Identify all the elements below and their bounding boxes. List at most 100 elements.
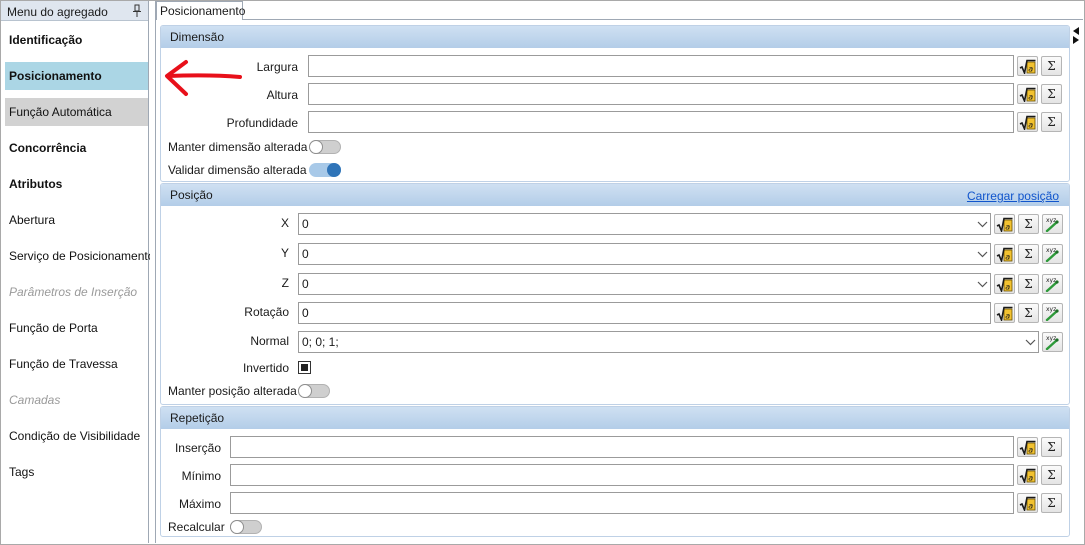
square-root-icon: a [996, 247, 1013, 262]
x-label: X [280, 216, 289, 230]
inverted-label: Invertido [242, 361, 289, 375]
panel-splitter[interactable] [150, 1, 156, 543]
keep-position-toggle[interactable] [298, 384, 330, 398]
width-sum-button[interactable]: Σ [1041, 56, 1062, 76]
dimension-group-title: Dimensão [170, 30, 225, 44]
z-formula-button[interactable]: a [994, 274, 1015, 294]
sidebar-item-camadas: Camadas [9, 393, 61, 407]
depth-sum-button[interactable]: Σ [1041, 112, 1062, 132]
sigma-icon: Σ [1024, 277, 1033, 291]
validate-dimension-toggle[interactable] [309, 163, 341, 177]
width-label: Largura [256, 60, 298, 74]
xyz-pick-icon: xyz [1045, 247, 1059, 262]
x-sum-button[interactable]: Σ [1018, 214, 1039, 234]
normal-value: 0; 0; 1; [302, 335, 339, 349]
keep-position-label: Manter posição alterada [168, 384, 297, 398]
square-root-icon: a [996, 306, 1013, 321]
position-group-header[interactable]: Posição Carregar posição [161, 184, 1069, 206]
maximum-sum-button[interactable]: Σ [1041, 493, 1062, 513]
sidebar-item-funcao-automatica[interactable]: Função Automática [5, 98, 148, 126]
rotation-field[interactable]: 0 [298, 302, 991, 324]
normal-pick-button[interactable]: xyz [1042, 332, 1063, 352]
aggregate-menu-panel: Menu do agregado Identificação Posicionam… [1, 1, 154, 543]
toggle-knob [309, 140, 323, 154]
depth-field[interactable] [308, 111, 1014, 133]
x-pick-button[interactable]: xyz [1042, 214, 1063, 234]
z-pick-button[interactable]: xyz [1042, 274, 1063, 294]
dimension-group-header[interactable]: Dimensão [161, 26, 1069, 48]
sidebar-item-condicao-de-visibilidade[interactable]: Condição de Visibilidade [5, 422, 148, 450]
xyz-pick-icon: xyz [1045, 306, 1059, 321]
depth-formula-button[interactable]: a [1017, 112, 1038, 132]
sidebar-item-atributos[interactable]: Atributos [5, 170, 148, 198]
sidebar-item-tags[interactable]: Tags [5, 458, 148, 486]
pin-icon[interactable] [132, 4, 142, 18]
z-combo[interactable]: 0 [298, 273, 991, 295]
repetition-group-header[interactable]: Repetição [161, 407, 1069, 429]
keep-dimension-toggle[interactable] [309, 140, 341, 154]
rotation-pick-button[interactable]: xyz [1042, 303, 1063, 323]
sigma-icon: Σ [1024, 217, 1033, 231]
height-formula-button[interactable]: a [1017, 84, 1038, 104]
width-field[interactable] [308, 55, 1014, 77]
sidebar-item-concorrencia[interactable]: Concorrência [5, 134, 148, 162]
square-root-icon: a [1019, 115, 1036, 130]
minimum-label: Mínimo [181, 469, 221, 483]
load-position-link[interactable]: Carregar posição [967, 189, 1059, 203]
recalculate-toggle[interactable] [230, 520, 262, 534]
svg-text:a: a [1005, 252, 1010, 261]
inverted-checkbox[interactable] [298, 361, 311, 374]
xyz-pick-icon: xyz [1045, 277, 1059, 292]
sidebar-item-abertura[interactable]: Abertura [5, 206, 148, 234]
svg-text:a: a [1028, 501, 1033, 510]
insertion-field[interactable] [230, 436, 1014, 458]
y-combo[interactable]: 0 [298, 243, 991, 265]
sigma-icon: Σ [1047, 468, 1056, 482]
height-sum-button[interactable]: Σ [1041, 84, 1062, 104]
z-sum-button[interactable]: Σ [1018, 274, 1039, 294]
square-root-icon: a [1019, 468, 1036, 483]
insertion-formula-button[interactable]: a [1017, 437, 1038, 457]
x-combo[interactable]: 0 [298, 213, 991, 235]
sigma-icon: Σ [1047, 115, 1056, 129]
chevron-down-icon [1025, 339, 1036, 346]
y-pick-button[interactable]: xyz [1042, 244, 1063, 264]
toggle-knob [230, 520, 244, 534]
svg-text:a: a [1028, 64, 1033, 73]
minimum-formula-button[interactable]: a [1017, 465, 1038, 485]
rotation-sum-button[interactable]: Σ [1018, 303, 1039, 323]
y-formula-button[interactable]: a [994, 244, 1015, 264]
x-formula-button[interactable]: a [994, 214, 1015, 234]
sidebar-item-identificacao[interactable]: Identificação [5, 26, 148, 54]
tab-posicionamento[interactable]: Posicionamento [156, 1, 245, 20]
svg-text:a: a [1005, 311, 1010, 320]
normal-combo[interactable]: 0; 0; 1; [298, 331, 1039, 353]
rotation-formula-button[interactable]: a [994, 303, 1015, 323]
minimum-field[interactable] [230, 464, 1014, 486]
square-root-icon: a [1019, 440, 1036, 455]
aggregate-menu-title: Menu do agregado [7, 5, 108, 19]
sidebar-item-posicionamento[interactable]: Posicionamento [5, 62, 148, 90]
maximum-formula-button[interactable]: a [1017, 493, 1038, 513]
svg-text:a: a [1028, 473, 1033, 482]
maximum-field[interactable] [230, 492, 1014, 514]
width-formula-button[interactable]: a [1017, 56, 1038, 76]
scroll-arrows-icon[interactable] [1071, 26, 1081, 44]
insertion-sum-button[interactable]: Σ [1041, 437, 1062, 457]
svg-text:a: a [1028, 120, 1033, 129]
height-field[interactable] [308, 83, 1014, 105]
sidebar-item-funcao-de-porta[interactable]: Função de Porta [5, 314, 148, 342]
y-sum-button[interactable]: Σ [1018, 244, 1039, 264]
validate-dimension-label: Validar dimensão alterada [168, 163, 307, 177]
position-group: Posição Carregar posição X 0 a Σ xyz Y 0… [160, 183, 1070, 405]
sigma-icon: Σ [1047, 87, 1056, 101]
square-root-icon: a [996, 277, 1013, 292]
minimum-sum-button[interactable]: Σ [1041, 465, 1062, 485]
sidebar-item-funcao-de-travessa[interactable]: Função de Travessa [5, 350, 148, 378]
maximum-label: Máximo [178, 497, 221, 511]
svg-text:a: a [1028, 92, 1033, 101]
sidebar-item-servico-de-posicionamento[interactable]: Serviço de Posicionamento [5, 242, 154, 270]
toggle-knob [298, 384, 312, 398]
chevron-down-icon [977, 221, 988, 228]
rotation-label: Rotação [244, 305, 289, 319]
